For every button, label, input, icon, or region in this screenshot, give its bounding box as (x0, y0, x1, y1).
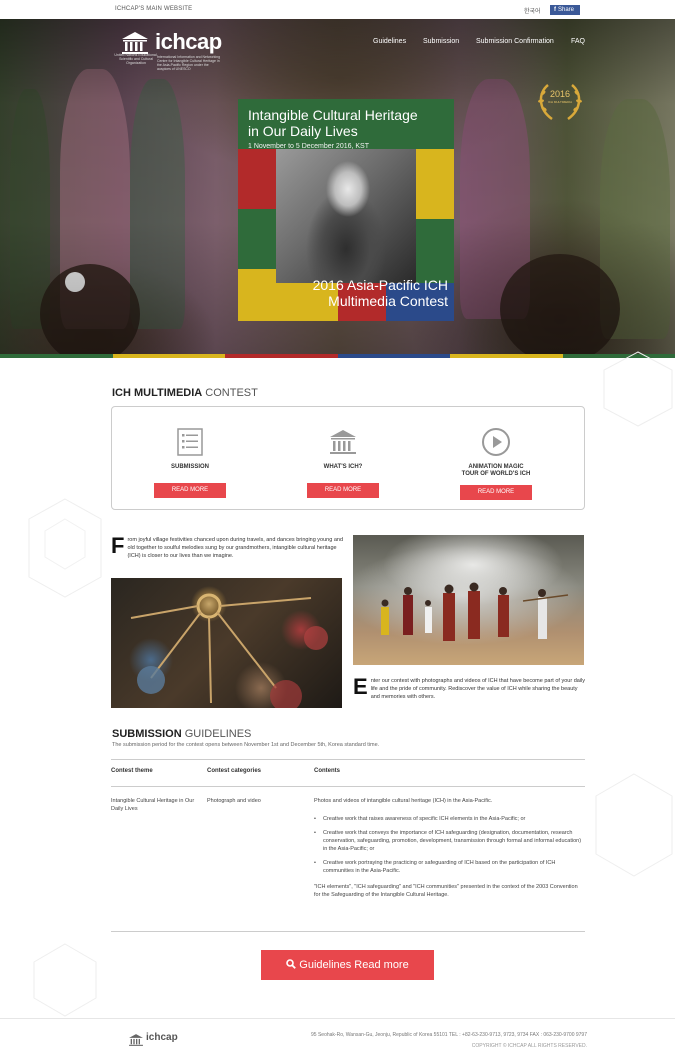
hexagon-decoration (595, 773, 673, 877)
guidelines-button-label: Guidelines Read more (299, 959, 409, 971)
top-bar: ICHCAP'S MAIN WEBSITE 한국어 f Share (0, 0, 675, 19)
nav-submission-confirmation[interactable]: Submission Confirmation (476, 38, 554, 45)
nav-guidelines[interactable]: Guidelines (373, 38, 406, 45)
poster-contest-line2: Multimedia Contest (328, 293, 448, 309)
facebook-icon: f (554, 7, 556, 13)
poster-dates: 1 November to 5 December 2016, KST (248, 143, 370, 150)
footer-address: 95 Seohak-Ro, Wansan-Gu, Jeonju, Republi… (311, 1032, 587, 1038)
color-divider (0, 354, 675, 358)
footer-copyright: COPYRIGHT © ICHCAP ALL RIGHTS RESERVED. (471, 1043, 587, 1049)
play-icon (482, 428, 510, 456)
footer-logo[interactable]: ichcap (128, 1031, 188, 1049)
footer-brand: ichcap (146, 1032, 178, 1043)
photo-monks-drawing (381, 582, 569, 641)
card-label-line1: ANIMATION MAGIC (468, 464, 524, 470)
poster-photo-elder (276, 149, 416, 283)
contest-section-title: ICH MULTIMEDIA CONTEST (112, 387, 258, 399)
intro-text-1: rom joyful village festivities chanced u… (127, 537, 344, 559)
animation-read-more-button[interactable]: READ MORE (460, 485, 532, 500)
drop-cap: F (111, 533, 125, 558)
poster-contest-line1: 2016 Asia-Pacific ICH (312, 277, 448, 293)
footer: ichcap 95 Seohak-Ro, Wansan-Gu, Jeonju, … (0, 1018, 675, 1059)
table-header-categories: Contest categories (207, 768, 262, 774)
card-label-line2: TOUR OF WORLD'S ICH (461, 471, 531, 477)
contest-title-light: CONTEST (202, 387, 258, 399)
hexagon-decoration (28, 498, 102, 598)
card-whats-ich: WHAT'S ICH? READ MORE (283, 407, 403, 511)
intro-text-2: nter our contest with photographs and vi… (370, 678, 586, 700)
card-submission: SUBMISSION READ MORE (130, 407, 250, 511)
contents-note: "ICH elements", "ICH safeguarding" and "… (314, 884, 578, 898)
search-icon (286, 959, 297, 969)
brand-caption: International Information and Networking… (157, 55, 221, 71)
main-website-link[interactable]: ICHCAP'S MAIN WEBSITE (115, 6, 192, 12)
poster-title: Intangible Cultural Heritage in Our Dail… (248, 107, 448, 139)
drop-cap: E (353, 674, 368, 699)
share-label: Share (558, 7, 575, 13)
poster-block-green (416, 219, 454, 283)
photo-monks-procession (353, 535, 584, 665)
nav-faq[interactable]: FAQ (571, 38, 585, 45)
award-year: 2016 (549, 89, 571, 99)
table-header-contents: Contents (314, 768, 340, 774)
list-item: Creative work that raises awareness of s… (314, 815, 585, 823)
list-item: Creative work portraying the practicing … (314, 859, 585, 875)
intro-paragraph-1: From joyful village festivities chanced … (111, 533, 344, 560)
guidelines-section-title: SUBMISSION GUIDELINES (112, 728, 251, 740)
award-laurel: 2016 ICH MULTIMEDIA (534, 79, 586, 125)
hexagon-decoration (33, 943, 97, 1017)
nav-submission[interactable]: Submission (423, 38, 459, 45)
submission-period-note: The submission period for the contest op… (112, 742, 380, 748)
cell-theme: Intangible Cultural Heritage in Our Dail… (111, 798, 195, 812)
contents-list: Creative work that raises awareness of s… (314, 815, 585, 875)
photo-crafts-drawing (130, 593, 328, 708)
whats-ich-read-more-button[interactable]: READ MORE (307, 483, 379, 498)
poster-contest-name: 2016 Asia-Pacific ICH Multimedia Contest (248, 277, 448, 309)
document-list-icon (177, 428, 203, 456)
language-link[interactable]: 한국어 (524, 6, 541, 15)
unesco-caption: United Nations Educational, Scientific a… (114, 53, 158, 65)
card-label: WHAT'S ICH? (323, 464, 363, 470)
guidelines-title-bold: SUBMISSION (112, 728, 182, 740)
poster-title-line2: in Our Daily Lives (248, 123, 358, 139)
table-header-theme: Contest theme (111, 768, 153, 774)
guidelines-read-more-button[interactable]: Guidelines Read more (261, 950, 434, 980)
poster-block-yellow (416, 149, 454, 219)
photo-crafts-circle (111, 578, 342, 708)
card-label: ANIMATION MAGIC TOUR OF WORLD'S ICH (436, 464, 556, 478)
guidelines-title-light: GUIDELINES (181, 728, 252, 740)
card-animation: ANIMATION MAGIC TOUR OF WORLD'S ICH READ… (436, 407, 556, 511)
card-label: SUBMISSION (170, 464, 209, 470)
cell-categories: Photograph and video (207, 798, 261, 804)
contest-links-box: SUBMISSION READ MORE WHAT'S ICH? READ MO… (111, 406, 585, 510)
cell-contents: Photos and videos of intangible cultural… (314, 797, 585, 899)
award-caption: ICH MULTIMEDIA (547, 100, 573, 104)
submission-read-more-button[interactable]: READ MORE (154, 483, 226, 498)
intro-paragraph-2: Enter our contest with photographs and v… (353, 674, 586, 701)
poster-block-red (238, 149, 276, 209)
unesco-temple-icon (122, 32, 148, 54)
poster-title-line1: Intangible Cultural Heritage (248, 107, 418, 123)
contest-poster[interactable]: Intangible Cultural Heritage in Our Dail… (238, 99, 454, 321)
temple-icon (330, 430, 356, 454)
contest-title-bold: ICH MULTIMEDIA (112, 387, 203, 399)
list-item: Creative work that conveys the importanc… (314, 829, 585, 853)
poster-block-green (238, 209, 276, 269)
unesco-temple-icon (129, 1034, 143, 1046)
hexagon-decoration (603, 351, 673, 427)
hero-banner: United Nations Educational, Scientific a… (0, 19, 675, 358)
facebook-share-button[interactable]: f Share (550, 5, 580, 15)
brand-name: ichcap (155, 29, 222, 54)
contents-intro: Photos and videos of intangible cultural… (314, 798, 493, 804)
